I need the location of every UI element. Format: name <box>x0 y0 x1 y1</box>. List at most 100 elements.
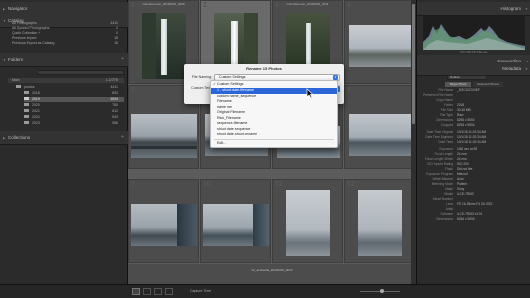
cell-filename: columbia river_20181001_0009 <box>142 2 185 6</box>
grid-cell[interactable]: 11 <box>272 179 343 263</box>
menu-item[interactable]: shoot date-shoot-rename <box>211 132 337 138</box>
folder-label: 2018 <box>32 91 40 95</box>
metadata-header[interactable]: Metadata ▼ <box>417 62 530 76</box>
folder-item[interactable]: 2022 549 <box>24 115 124 120</box>
folder-label: 2023 <box>32 121 40 125</box>
field-value: 30.48 MB <box>457 108 471 112</box>
folder-item[interactable]: 2021 612 <box>24 109 124 114</box>
folder-label: 2022 <box>32 115 40 119</box>
field-label: File Name <box>438 88 453 92</box>
folder-item[interactable]: 2018 890 <box>24 91 124 96</box>
field-label: Folder <box>443 103 453 107</box>
field-label: Software <box>440 212 453 216</box>
field-value: 10/1/18 11:02:34 AM <box>457 130 487 134</box>
thumbnail[interactable] <box>349 25 412 67</box>
catalog-item-label: Previous Export as Catalog <box>12 41 55 45</box>
sort-label[interactable]: Capture Time <box>190 289 211 293</box>
menu-item-custom-settings[interactable]: ✓ Custom Settings <box>211 82 337 88</box>
left-panel: ▶ Navigator ▼ Catalog All Photographs 4411 … <box>0 0 128 298</box>
field-label: Focal Length 35mm <box>424 157 453 161</box>
catalog-item[interactable]: Previous Export as Catalog 15 <box>12 41 124 46</box>
folder-filter-input[interactable] <box>38 70 124 75</box>
cell-number: 10 <box>203 181 211 188</box>
folder-item[interactable]: 2020 780 <box>24 103 124 108</box>
compare-view-icon[interactable] <box>154 288 162 295</box>
thumbnail[interactable] <box>349 114 412 156</box>
thumbnail[interactable] <box>131 114 197 158</box>
thumbnail-size-slider[interactable] <box>360 289 400 293</box>
grid-cell[interactable]: 10 <box>200 179 271 263</box>
field-value: 1/60 sec at f/8 <box>457 147 478 151</box>
field-label: Metering Mode <box>431 182 453 186</box>
checkmark-icon: ✓ <box>213 82 216 86</box>
cell-number: 12 <box>347 181 355 188</box>
field-value[interactable]: _DSC1023.NEF <box>457 88 480 92</box>
grid-cell[interactable]: 4 <box>344 0 415 84</box>
plus-icon[interactable]: + <box>121 134 124 140</box>
thumbnail[interactable] <box>286 190 330 256</box>
folder-icon <box>24 97 29 100</box>
folder-label: 2019 <box>32 97 40 101</box>
file-naming-value: Custom Settings <box>219 75 246 79</box>
triangle-icon: ▶ <box>3 136 6 140</box>
folders-header[interactable]: ▼ Folders + <box>0 53 128 67</box>
scrollbar-thumb[interactable] <box>412 4 415 124</box>
field-label: White Balance <box>432 177 453 181</box>
field-value: 2018 <box>457 103 465 107</box>
cell-number: 5 <box>131 87 135 94</box>
thumbnail[interactable] <box>131 204 197 246</box>
cell-number: 11 <box>275 181 283 188</box>
metadata-preset-select[interactable]: Default <box>447 75 487 80</box>
field-label: Exposure <box>439 147 453 151</box>
triangle-down-icon: ▼ <box>3 58 6 62</box>
folder-item[interactable]: 2023 556 <box>24 121 124 126</box>
field-label: Model <box>444 192 453 196</box>
field-label: Focal Length <box>434 152 453 156</box>
grid-cell[interactable]: 9 <box>128 179 199 263</box>
volume-row[interactable]: Main 1.2/2TB <box>8 78 124 83</box>
dialog-title: Rename 15 Photos <box>246 66 282 71</box>
catalog-item-count: 15 <box>114 41 118 45</box>
field-label: Make <box>445 187 453 191</box>
folder-label: 2020 <box>32 103 40 107</box>
tab-selected-photos[interactable]: Selected Photos <box>473 82 503 87</box>
cell-number: 9 <box>131 181 135 188</box>
folder-item-selected[interactable]: 2019 1024 <box>24 97 124 102</box>
field-value: 8256 x 5504 <box>457 217 475 221</box>
catalog-item-label: Quick Collection + <box>12 31 41 35</box>
field-value: 8256 x 5504 <box>457 123 475 127</box>
field-label: Copy Name <box>436 98 453 102</box>
menu-item-label: Custom Settings <box>217 82 244 86</box>
grid-cell[interactable]: 8 <box>344 85 415 169</box>
collections-header[interactable]: ▶ Collections + <box>0 131 128 145</box>
triangle-down-icon: ▼ <box>525 67 528 71</box>
plus-icon[interactable]: + <box>121 56 124 62</box>
cell-filename: columbia river_20181001_0011 <box>286 2 329 6</box>
cell-number: 4 <box>347 2 351 9</box>
loupe-view-icon[interactable] <box>143 288 151 295</box>
field-label: File Size <box>440 108 453 112</box>
grid-row-partial: bri_andrea/la_20181001_0013 <box>128 264 416 284</box>
thumbnail[interactable] <box>142 13 186 79</box>
field-value: Manual <box>457 172 468 176</box>
folder-count: 890 <box>112 91 118 95</box>
slider-handle[interactable] <box>380 289 384 293</box>
grid-cell[interactable]: 12 <box>344 179 415 263</box>
grid-view-icon[interactable] <box>132 288 140 295</box>
field-label: Dimensions <box>436 118 453 122</box>
field-label: Dimensions <box>436 217 453 221</box>
menu-item-label: Edit... <box>217 141 227 145</box>
thumbnail[interactable] <box>203 204 269 246</box>
catalog-item-label: Previous Import <box>12 36 37 40</box>
tab-target-photo[interactable]: Target Photo <box>445 82 471 87</box>
volume-size: 1.2/2TB <box>105 78 118 82</box>
field-value: Pattern <box>457 182 468 186</box>
folder-item[interactable]: photos 4411 <box>16 85 124 90</box>
histogram-info: ISO 200 f/8 1/60 sec <box>460 50 488 54</box>
field-label: Date Time Digitized <box>425 135 453 139</box>
field-value: ILCE-7RM3 v3.01 <box>457 212 483 216</box>
menu-item-edit[interactable]: Edit... <box>211 141 337 147</box>
thumbnail[interactable] <box>358 190 402 256</box>
histogram-header[interactable]: Histogram ▼ <box>417 2 530 16</box>
survey-view-icon[interactable] <box>165 288 173 295</box>
